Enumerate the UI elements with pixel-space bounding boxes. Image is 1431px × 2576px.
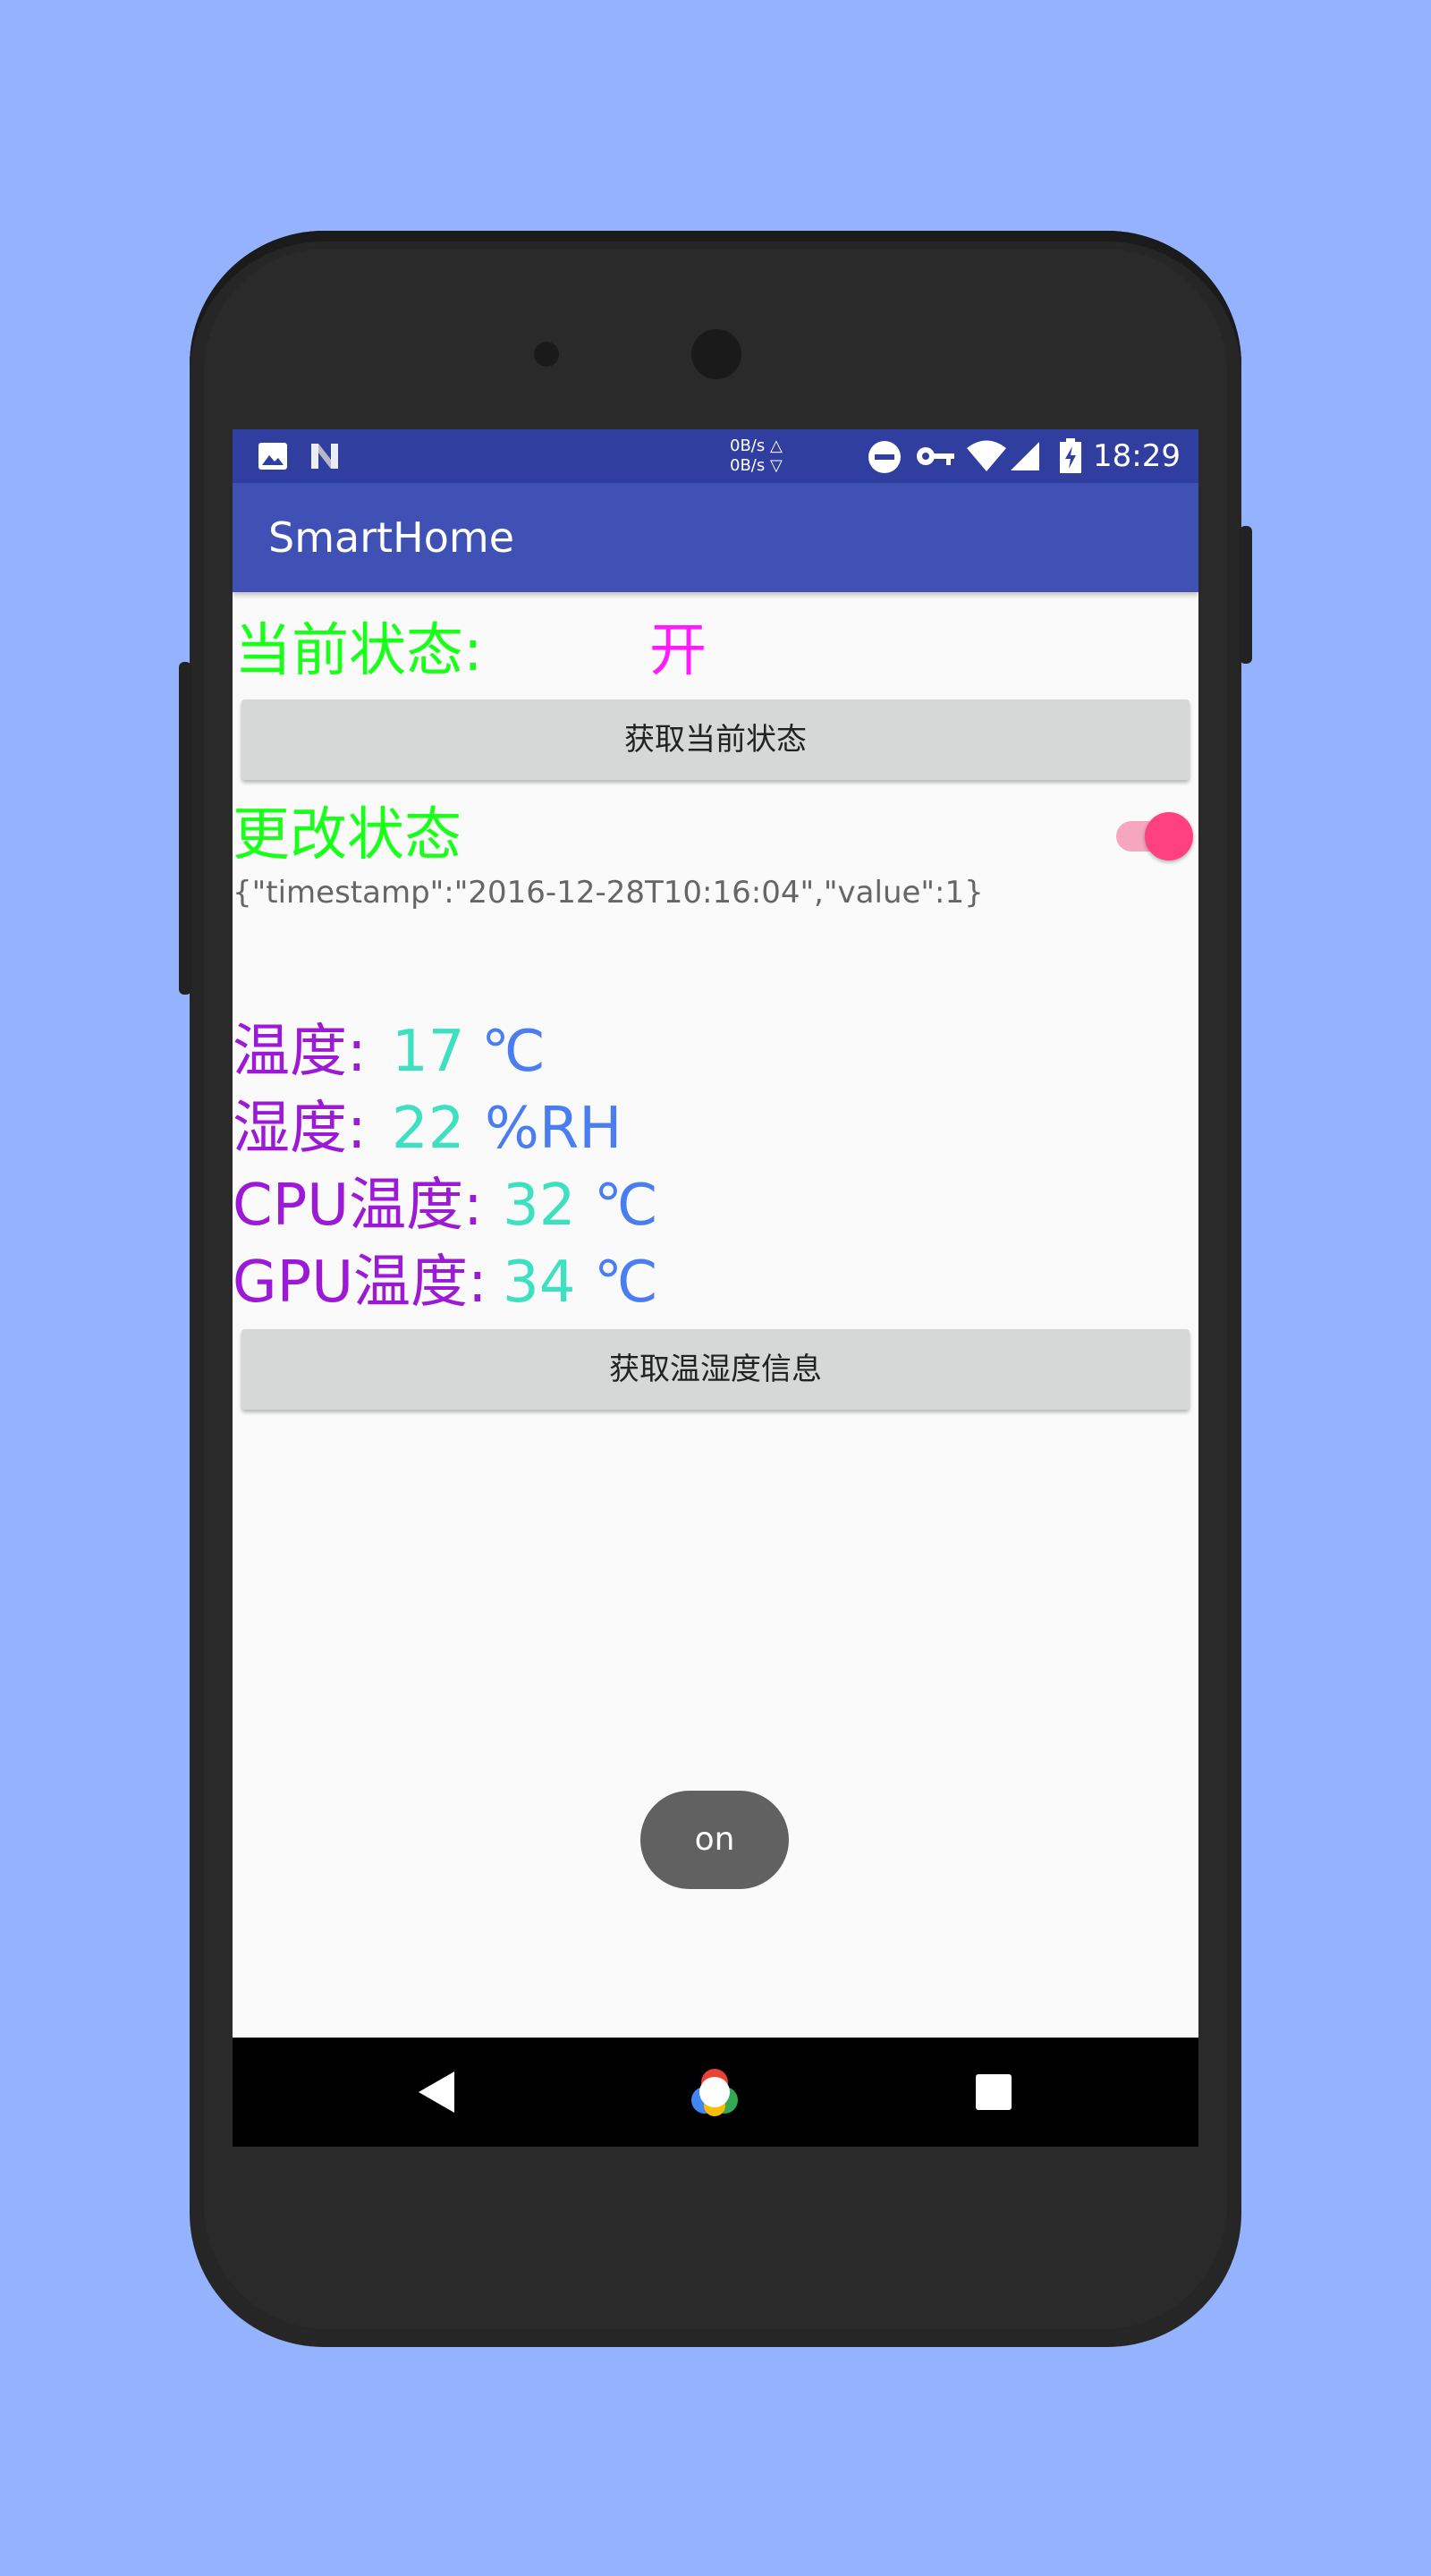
response-json-text: {"timestamp":"2016-12-28T10:16:04","valu…: [233, 875, 984, 911]
sensor-value: 32: [503, 1173, 576, 1239]
key-icon: [917, 447, 954, 465]
sensor-label: 湿度:: [233, 1096, 367, 1162]
app-bar: SmartHome: [233, 483, 1198, 592]
get-current-state-button[interactable]: 获取当前状态: [241, 699, 1190, 780]
navigation-bar: [233, 2038, 1198, 2147]
home-icon[interactable]: [687, 2064, 742, 2120]
volume-button: [179, 662, 191, 995]
n-icon: [311, 444, 338, 469]
signal-icon: [1011, 442, 1039, 470]
change-state-label: 更改状态: [233, 802, 461, 869]
sensor-unit: ℃: [594, 1173, 658, 1239]
status-bar: 0B/s △ 0B/s ▽ 18:29: [233, 429, 1198, 483]
sensor-label: GPU温度:: [233, 1250, 487, 1316]
net-up-text: 0B/s △: [730, 436, 783, 455]
sensor-label: CPU温度:: [233, 1173, 483, 1239]
sensor-dot: [534, 342, 559, 367]
clock: 18:29: [1093, 438, 1181, 474]
sensor-value: 22: [392, 1096, 465, 1162]
sensor-unit: ℃: [594, 1250, 658, 1316]
switch-thumb[interactable]: [1145, 812, 1193, 860]
current-state-value: 开: [649, 618, 707, 684]
sensor-unit: ℃: [481, 1019, 546, 1085]
battery-icon: [1060, 438, 1081, 473]
current-state-label: 当前状态:: [234, 618, 483, 684]
app-screen: 0B/s △ 0B/s ▽ 18:29 SmartHome 当前状态: 开 获取…: [233, 429, 1198, 2147]
app-title: SmartHome: [268, 513, 514, 562]
sensor-value: 17: [392, 1019, 465, 1085]
wifi-icon: [967, 440, 1006, 471]
recents-icon[interactable]: [975, 2073, 1012, 2111]
sensor-value: 34: [503, 1250, 576, 1316]
front-camera: [691, 329, 741, 379]
dnd-icon: [868, 441, 901, 473]
get-sensor-info-button[interactable]: 获取温湿度信息: [241, 1329, 1190, 1410]
sensor-label: 温度:: [233, 1019, 367, 1085]
power-button: [1240, 526, 1252, 664]
image-icon: [258, 443, 287, 470]
network-rate: 0B/s △ 0B/s ▽: [730, 436, 783, 476]
sensor-unit: %RH: [485, 1096, 622, 1162]
back-icon[interactable]: [417, 2070, 456, 2114]
toast-message: on: [640, 1791, 789, 1889]
net-down-text: 0B/s ▽: [730, 456, 783, 475]
